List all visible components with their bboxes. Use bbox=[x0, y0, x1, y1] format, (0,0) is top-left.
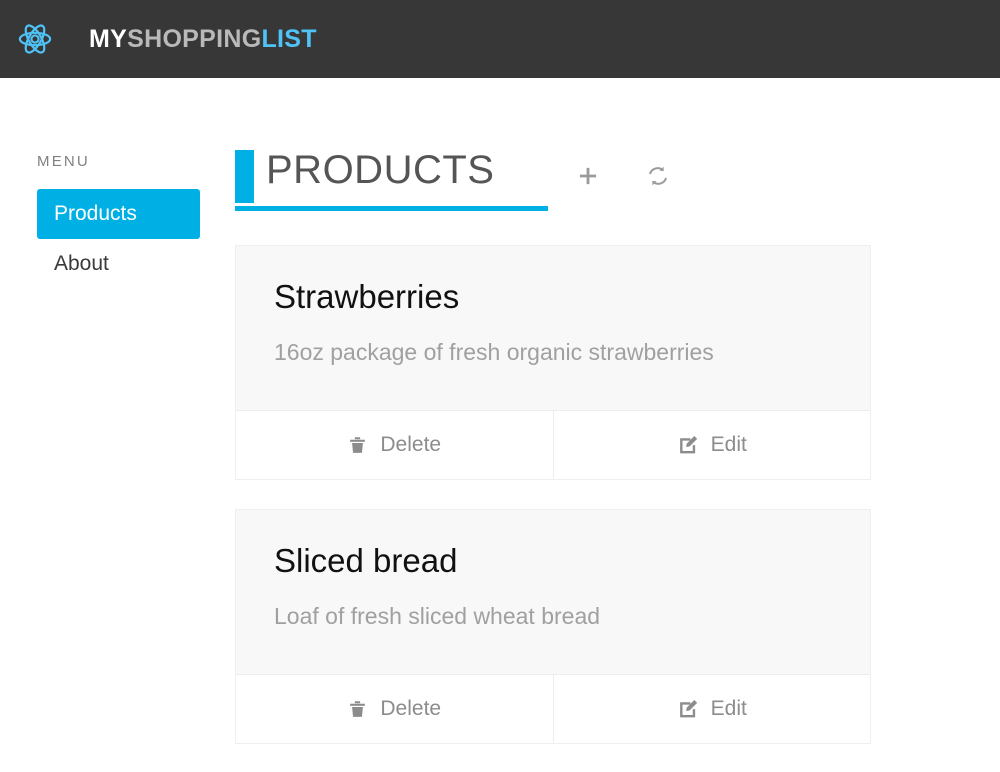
trash-icon bbox=[347, 435, 368, 456]
page-title-wrap: PRODUCTS bbox=[235, 146, 548, 211]
edit-pencil-square-icon bbox=[677, 698, 699, 720]
sidebar-item-about[interactable]: About bbox=[37, 239, 200, 289]
brand-title-my: MY bbox=[89, 24, 128, 53]
page-header-actions bbox=[570, 158, 676, 194]
sidebar: MENU Products About bbox=[37, 78, 217, 289]
sidebar-heading: MENU bbox=[37, 153, 90, 170]
product-card-footer: Delete Edit bbox=[236, 410, 870, 479]
main-content: PRODUCTS Strawberries 16oz package of fr… bbox=[235, 78, 871, 772]
edit-button[interactable]: Edit bbox=[552, 675, 871, 743]
content-bottom-spacer bbox=[235, 744, 871, 772]
page-header: PRODUCTS bbox=[235, 146, 871, 216]
product-title: Strawberries bbox=[274, 278, 460, 315]
trash-icon bbox=[347, 699, 368, 720]
delete-button[interactable]: Delete bbox=[236, 675, 553, 743]
sidebar-item-products[interactable]: Products bbox=[37, 189, 200, 239]
delete-label: Delete bbox=[380, 433, 442, 456]
product-card-body: Strawberries 16oz package of fresh organ… bbox=[236, 246, 870, 410]
refresh-button[interactable] bbox=[640, 158, 676, 194]
sidebar-menu-list: Products About bbox=[37, 189, 217, 289]
brand-title-shopping: SHOPPING bbox=[127, 24, 262, 53]
product-description: Loaf of fresh sliced wheat bread bbox=[274, 603, 601, 629]
page-title: PRODUCTS bbox=[266, 148, 495, 192]
edit-label: Edit bbox=[710, 697, 747, 720]
delete-label: Delete bbox=[380, 697, 442, 720]
title-underline bbox=[235, 206, 548, 211]
edit-label: Edit bbox=[710, 433, 747, 456]
title-accent-bar bbox=[235, 150, 254, 203]
react-atom-logo-icon bbox=[13, 17, 57, 61]
brand-title-list: LIST bbox=[261, 24, 317, 53]
product-card-footer: Delete Edit bbox=[236, 674, 870, 743]
browser-viewport: MYSHOPPINGLIST MENU Products About PRODU… bbox=[0, 0, 1000, 772]
product-card: Sliced bread Loaf of fresh sliced wheat … bbox=[235, 509, 871, 744]
product-card: Strawberries 16oz package of fresh organ… bbox=[235, 245, 871, 480]
delete-button[interactable]: Delete bbox=[236, 411, 553, 479]
edit-button[interactable]: Edit bbox=[552, 411, 871, 479]
product-card-body: Sliced bread Loaf of fresh sliced wheat … bbox=[236, 510, 870, 674]
top-navbar: MYSHOPPINGLIST bbox=[0, 0, 1000, 78]
add-product-button[interactable] bbox=[570, 158, 606, 194]
page-body: MENU Products About PRODUCTS Strawberrie… bbox=[0, 78, 1000, 772]
brand-title[interactable]: MYSHOPPINGLIST bbox=[89, 24, 317, 53]
product-description: 16oz package of fresh organic strawberri… bbox=[274, 339, 714, 365]
product-title: Sliced bread bbox=[274, 542, 458, 579]
edit-pencil-square-icon bbox=[677, 434, 699, 456]
